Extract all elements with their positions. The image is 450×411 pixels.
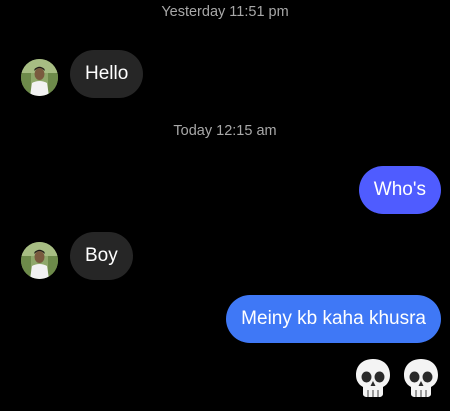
contact-avatar[interactable] bbox=[21, 59, 58, 96]
skull-emoji-icon bbox=[404, 359, 438, 397]
message-bubble-outgoing[interactable]: Who's bbox=[358, 166, 441, 214]
message-bubble-incoming[interactable]: Hello bbox=[70, 50, 144, 98]
timestamp-today: Today 12:15 am bbox=[173, 123, 277, 139]
message-bubble-outgoing[interactable]: Meiny kb kaha khusra bbox=[226, 295, 441, 343]
emoji-message[interactable] bbox=[354, 357, 440, 399]
skull-emoji-icon bbox=[356, 359, 390, 397]
avatar-photo-icon bbox=[21, 59, 58, 96]
timestamp-yesterday: Yesterday 11:51 pm bbox=[161, 4, 289, 20]
avatar-photo-icon bbox=[21, 242, 58, 279]
message-bubble-incoming[interactable]: Boy bbox=[70, 232, 133, 280]
contact-avatar[interactable] bbox=[21, 242, 58, 279]
